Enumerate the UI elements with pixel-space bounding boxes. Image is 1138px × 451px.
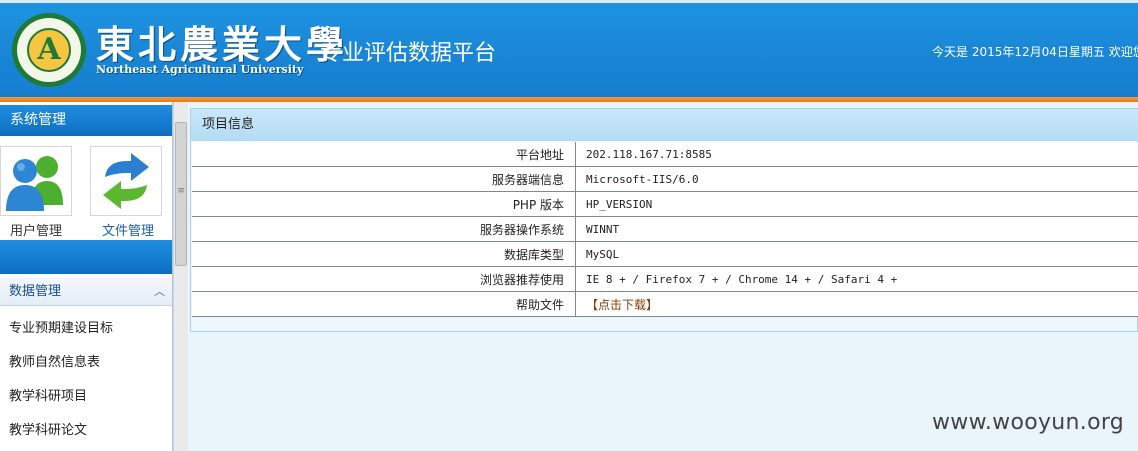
row-key: 帮助文件 — [192, 291, 576, 317]
row-key: 服务器端信息 — [192, 166, 576, 192]
row-value: Microsoft-IIS/6.0 — [575, 166, 1138, 192]
university-name-cn: 東北農業大學 — [96, 22, 349, 67]
chevron-up-icon[interactable]: ︿ — [154, 278, 165, 306]
university-name-en: Northeast Agricultural University — [96, 63, 304, 76]
watermark: www.wooyun.org — [932, 410, 1125, 435]
row-key: 浏览器推荐使用 — [192, 266, 576, 292]
platform-title: 专业评估数据平台 — [320, 41, 497, 66]
menu-item-construction-goals[interactable]: 专业预期建设目标 — [9, 317, 113, 336]
table-row: 服务器操作系统 WINNT — [192, 216, 1138, 242]
row-value: 202.118.167.71:8585 — [575, 142, 1138, 167]
main-content: 项目信息 平台地址 202.118.167.71:8585 服务器端信息 Mic… — [188, 102, 1138, 451]
download-help-link[interactable]: 【点击下载】 — [586, 298, 658, 312]
sidebar-divider-band — [0, 240, 172, 274]
system-management-header: 系统管理 — [0, 105, 172, 136]
sidebar: 系统管理 用户管理 文件管理 数据管理 ︿ 专业预期建设目标 教师自然信息表 教… — [0, 102, 173, 451]
project-info-table: 平台地址 202.118.167.71:8585 服务器端信息 Microsof… — [192, 142, 1138, 317]
table-row: 浏览器推荐使用 IE 8 + / Firefox 7 + / Chrome 14… — [192, 266, 1138, 292]
row-key: 服务器操作系统 — [192, 216, 576, 242]
table-row: 平台地址 202.118.167.71:8585 — [192, 142, 1138, 167]
file-management-tile[interactable] — [90, 146, 162, 216]
scrollbar-grip-icon: ≡ — [177, 186, 185, 196]
data-management-header[interactable]: 数据管理 ︿ — [0, 278, 172, 306]
file-management-label[interactable]: 文件管理 — [102, 220, 154, 239]
table-row: 帮助文件 【点击下载】 — [192, 291, 1138, 317]
seal-emblem: A — [37, 32, 61, 67]
data-management-label: 数据管理 — [9, 284, 62, 299]
row-key: 平台地址 — [192, 142, 576, 167]
header-top-stripe — [0, 0, 1138, 3]
users-icon — [6, 156, 63, 211]
sidebar-scrollbar[interactable]: ≡ — [173, 102, 188, 451]
date-welcome-text: 今天是 2015年12月04日星期五 欢迎您 — [932, 45, 1138, 59]
section-title: 项目信息 — [191, 109, 1138, 141]
row-value: HP_VERSION — [575, 191, 1138, 217]
menu-item-teacher-info[interactable]: 教师自然信息表 — [9, 351, 100, 370]
scrollbar-thumb[interactable]: ≡ — [175, 122, 187, 266]
page-header: A 東北農業大學 Northeast Agricultural Universi… — [0, 0, 1138, 97]
table-row: PHP 版本 HP_VERSION — [192, 191, 1138, 217]
row-value: IE 8 + / Firefox 7 + / Chrome 14 + / Saf… — [575, 266, 1138, 292]
row-value: MySQL — [575, 241, 1138, 267]
university-seal-logo: A — [12, 13, 86, 87]
table-row: 服务器端信息 Microsoft-IIS/6.0 — [192, 166, 1138, 192]
row-value: WINNT — [575, 216, 1138, 242]
user-management-tile[interactable] — [0, 146, 72, 216]
row-key: 数据库类型 — [192, 241, 576, 267]
user-management-label[interactable]: 用户管理 — [10, 220, 62, 239]
file-sync-icon — [103, 153, 149, 209]
menu-item-research-projects[interactable]: 教学科研项目 — [9, 385, 87, 404]
project-info-panel: 项目信息 平台地址 202.118.167.71:8585 服务器端信息 Mic… — [190, 108, 1138, 332]
row-key: PHP 版本 — [192, 191, 576, 217]
row-value-cell: 【点击下载】 — [575, 291, 1138, 317]
seal-center: A — [27, 28, 71, 72]
menu-item-research-papers[interactable]: 教学科研论文 — [9, 419, 87, 438]
table-row: 数据库类型 MySQL — [192, 241, 1138, 267]
